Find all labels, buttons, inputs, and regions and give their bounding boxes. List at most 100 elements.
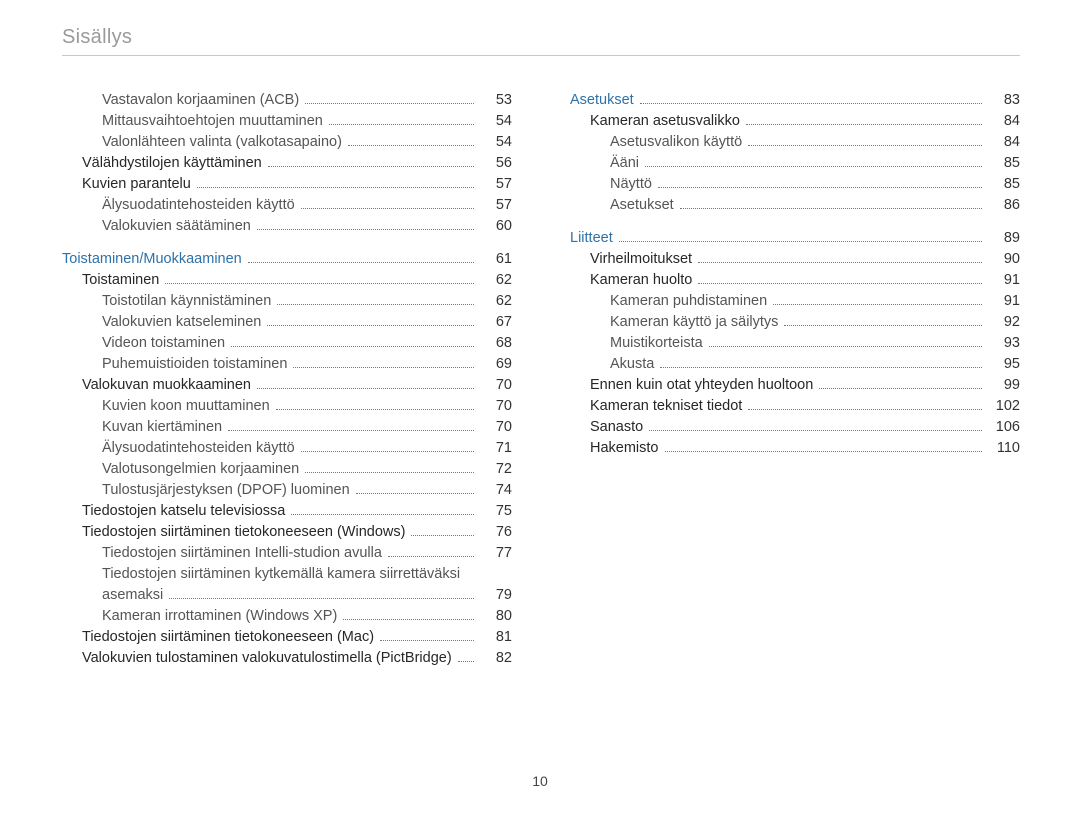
toc-leader: [165, 271, 474, 284]
toc-entry: Asetukset86: [570, 195, 1020, 216]
toc-entry: Kameran asetusvalikko84: [570, 111, 1020, 132]
toc-leader: [305, 460, 474, 473]
toc-entry-label: Kameran huolto: [590, 270, 696, 291]
toc-leader: [388, 544, 474, 557]
toc-entry: Akusta 95: [570, 354, 1020, 375]
toc-entry: Valokuvien katseleminen67: [62, 312, 512, 333]
toc-entry: Kameran huolto91: [570, 270, 1020, 291]
page-number: 10: [0, 773, 1080, 789]
toc-entry-page: 92: [986, 312, 1020, 333]
toc-leader: [698, 250, 982, 263]
toc-entry: Videon toistaminen 68: [62, 333, 512, 354]
toc-entry: Valokuvien tulostaminen valokuvatulostim…: [62, 648, 512, 669]
toc-leader: [257, 217, 474, 230]
toc-columns: Vastavalon korjaaminen (ACB) 53Mittausvai…: [62, 90, 1020, 669]
toc-entry: Asetukset 83: [570, 90, 1020, 111]
toc-entry-label: Liitteet: [570, 228, 617, 249]
toc-column-left: Vastavalon korjaaminen (ACB) 53Mittausvai…: [62, 90, 512, 669]
toc-entry: Tiedostojen siirtäminen Intelli-studion …: [62, 543, 512, 564]
toc-entry-page: 53: [478, 90, 512, 111]
toc-entry-label: Näyttö: [610, 174, 656, 195]
toc-entry-label: Akusta: [610, 354, 658, 375]
toc-leader: [291, 502, 474, 515]
toc-entry-page: 89: [986, 228, 1020, 249]
toc-leader: [277, 292, 474, 305]
toc-leader: [748, 133, 982, 146]
toc-entry-page: 85: [986, 153, 1020, 174]
toc-entry-page: 74: [478, 480, 512, 501]
toc-entry-label: Älysuodatintehosteiden käyttö: [102, 195, 299, 216]
toc-leader: [680, 196, 982, 209]
toc-leader: [458, 649, 474, 662]
toc-entry: Hakemisto110: [570, 438, 1020, 459]
toc-entry-label: Valokuvan muokkaaminen: [82, 375, 255, 396]
toc-entry-label: Kuvien parantelu: [82, 174, 195, 195]
toc-leader: [301, 439, 474, 452]
toc-leader: [619, 229, 982, 242]
toc-entry-page: 67: [478, 312, 512, 333]
toc-entry: Vastavalon korjaaminen (ACB) 53: [62, 90, 512, 111]
toc-entry: Näyttö 85: [570, 174, 1020, 195]
toc-entry: Tiedostojen siirtäminen tietokoneeseen (…: [62, 522, 512, 543]
toc-leader: [248, 250, 474, 263]
toc-entry-label: Kameran tekniset tiedot: [590, 396, 746, 417]
toc-entry-page: 68: [478, 333, 512, 354]
toc-entry-label: Puhemuistioiden toistaminen: [102, 354, 291, 375]
toc-entry-page: 93: [986, 333, 1020, 354]
page: Sisällys Vastavalon korjaaminen (ACB)53M…: [0, 0, 1080, 815]
toc-entry: Toistaminen/Muokkaaminen61: [62, 249, 512, 270]
toc-leader: [658, 175, 982, 188]
toc-entry-label: Ennen kuin otat yhteyden huoltoon: [590, 375, 817, 396]
toc-entry: Sanasto106: [570, 417, 1020, 438]
toc-entry-label: Toistotilan käynnistäminen: [102, 291, 275, 312]
toc-entry-page: 76: [478, 522, 512, 543]
toc-entry-label: Älysuodatintehosteiden käyttö: [102, 438, 299, 459]
toc-entry: Mittausvaihtoehtojen muuttaminen54: [62, 111, 512, 132]
toc-entry-label: Asetukset: [570, 90, 638, 111]
toc-entry-page: 83: [986, 90, 1020, 111]
toc-entry: Tiedostojen katselu televisiossa75: [62, 501, 512, 522]
toc-entry-page: 106: [986, 417, 1020, 438]
toc-entry: Toistaminen62: [62, 270, 512, 291]
toc-leader: [649, 418, 982, 431]
toc-entry-label: Tiedostojen katselu televisiossa: [82, 501, 289, 522]
toc-entry: Kuvan kiertäminen70: [62, 417, 512, 438]
toc-entry-page: 62: [478, 270, 512, 291]
toc-entry: Valokuvien säätäminen60: [62, 216, 512, 237]
toc-entry-label: Videon toistaminen: [102, 333, 229, 354]
toc-entry: Välähdystilojen käyttäminen56: [62, 153, 512, 174]
toc-leader: [665, 439, 983, 452]
toc-entry-label: Asetukset: [610, 195, 678, 216]
toc-leader: [329, 112, 474, 125]
toc-entry: Kuvien koon muuttaminen70: [62, 396, 512, 417]
toc-entry-page: 90: [986, 249, 1020, 270]
toc-entry: Valokuvan muokkaaminen70: [62, 375, 512, 396]
toc-entry: Älysuodatintehosteiden käyttö57: [62, 195, 512, 216]
toc-leader: [819, 376, 982, 389]
toc-leader: [709, 334, 982, 347]
toc-entry-label: Valotusongelmien korjaaminen: [102, 459, 303, 480]
toc-entry-label: Vastavalon korjaaminen (ACB): [102, 90, 303, 111]
toc-leader: [348, 133, 474, 146]
toc-leader: [169, 586, 474, 599]
toc-entry-label: asemaksi: [102, 585, 167, 606]
toc-entry-page: 61: [478, 249, 512, 270]
toc-leader: [746, 112, 982, 125]
toc-entry-label: Asetusvalikon käyttö: [610, 132, 746, 153]
toc-entry-label: Kuvan kiertäminen: [102, 417, 226, 438]
toc-entry-page: 95: [986, 354, 1020, 375]
toc-entry-label: Tulostusjärjestyksen (DPOF) luominen: [102, 480, 354, 501]
toc-entry: Kameran tekniset tiedot102: [570, 396, 1020, 417]
toc-entry-page: 54: [478, 111, 512, 132]
toc-entry: asemaksi79: [62, 585, 512, 606]
toc-entry: Älysuodatintehosteiden käyttö71: [62, 438, 512, 459]
toc-entry-label: Valokuvien säätäminen: [102, 216, 255, 237]
toc-leader: [380, 628, 474, 641]
toc-entry-page: 77: [478, 543, 512, 564]
toc-entry-label: Kameran puhdistaminen: [610, 291, 771, 312]
toc-entry: Kuvien parantelu57: [62, 174, 512, 195]
toc-entry-page: 85: [986, 174, 1020, 195]
toc-entry-label: Virheilmoitukset: [590, 249, 696, 270]
toc-entry: Virheilmoitukset 90: [570, 249, 1020, 270]
toc-entry: Kameran irrottaminen (Windows XP)80: [62, 606, 512, 627]
